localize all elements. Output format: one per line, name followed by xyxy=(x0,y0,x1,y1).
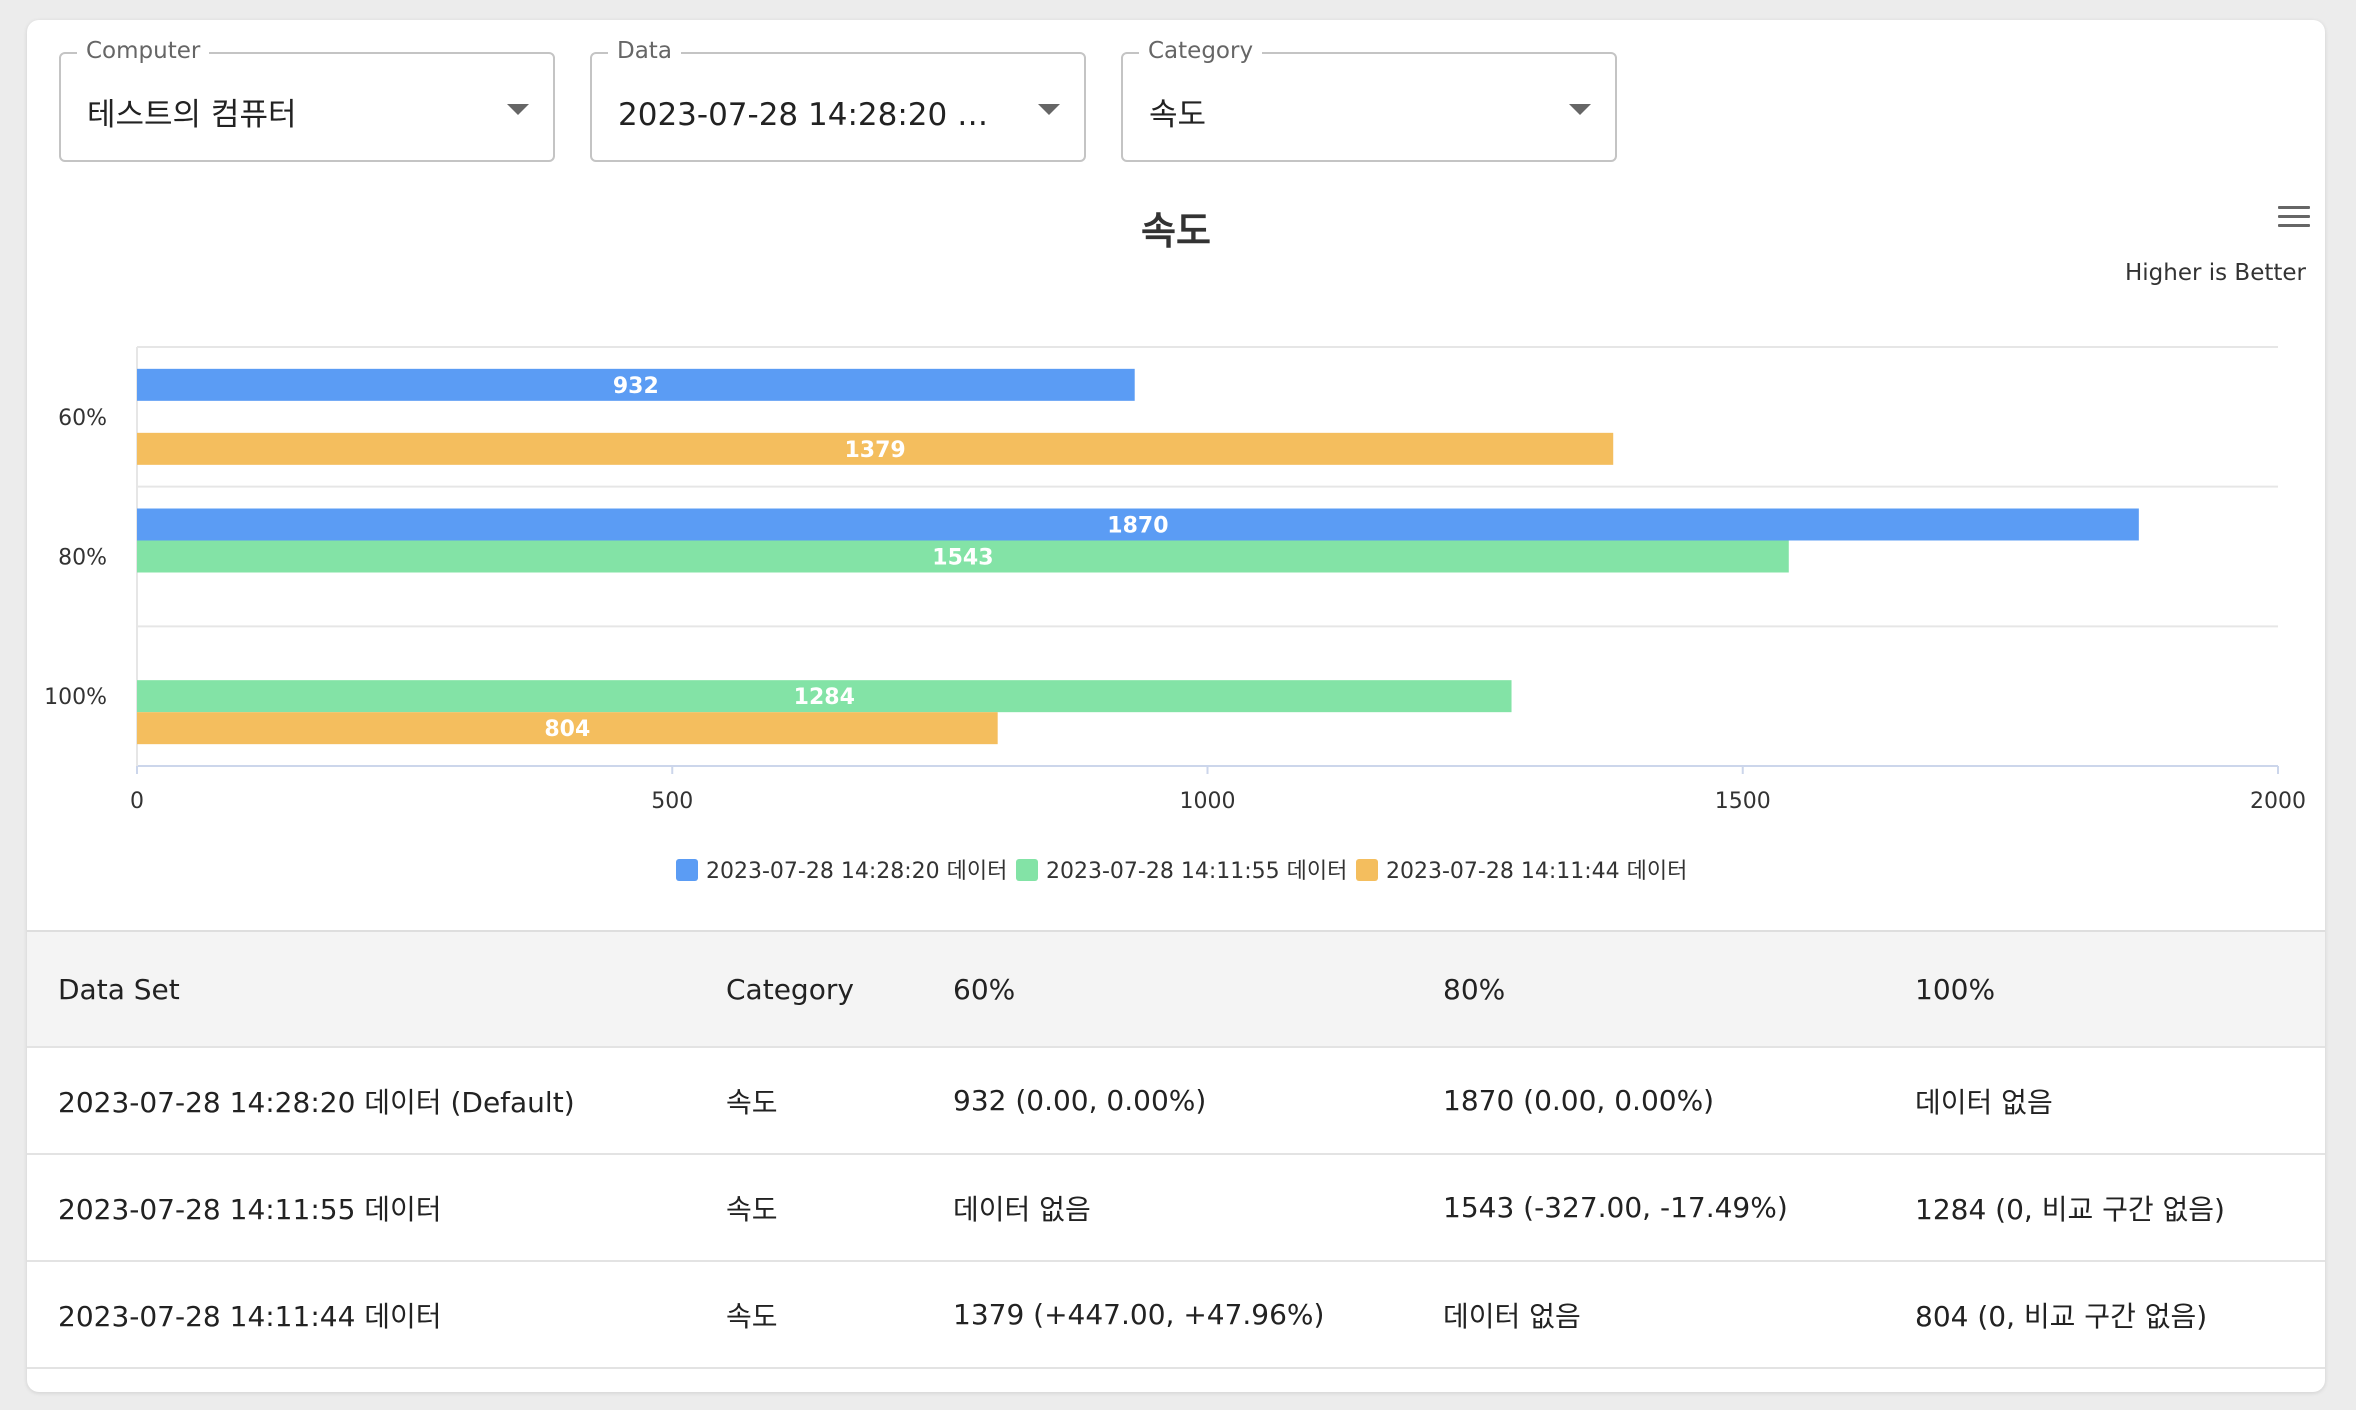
legend-label: 2023-07-28 14:28:20 데이터 xyxy=(706,859,1007,884)
legend-swatch xyxy=(1356,859,1378,881)
x-tick-label: 1500 xyxy=(1715,789,1771,814)
legend-swatch xyxy=(1016,859,1038,881)
bar-data-label: 804 xyxy=(544,717,590,742)
bar-data-label: 932 xyxy=(613,374,659,399)
bar-chart: 0 500 1000 1500 2000 60% 932 1379 80% 1870 1543 100… xyxy=(44,346,2306,884)
table-cell: 데이터 없음 xyxy=(953,1192,1091,1226)
table-cell: 속도 xyxy=(726,1085,778,1119)
x-tick-label: 0 xyxy=(130,789,144,814)
x-tick-label: 2000 xyxy=(2250,789,2306,814)
legend-label: 2023-07-28 14:11:44 데이터 xyxy=(1386,859,1687,884)
header-cell: 60% xyxy=(953,972,1016,1006)
table-cell: 932 (0.00, 0.00%) xyxy=(953,1084,1207,1117)
table-cell: 데이터 없음 xyxy=(1915,1085,2053,1119)
bar-data-label: 1870 xyxy=(1107,514,1168,539)
header-cell: Category xyxy=(726,972,854,1006)
y-category-label: 100% xyxy=(44,685,107,710)
header-cell: 100% xyxy=(1915,972,1996,1006)
x-tick-label: 1000 xyxy=(1180,789,1236,814)
header-cell: Data Set xyxy=(58,972,180,1006)
table-cell: 속도 xyxy=(726,1299,778,1333)
header-cell: 80% xyxy=(1443,972,1506,1006)
comparison-table: Data Set Category 60% 80% 100% 2023-07-2… xyxy=(27,930,2325,1369)
table-cell: 속도 xyxy=(726,1192,778,1226)
table-row: 2023-07-28 14:28:20 데이터 (Default) 속도 932… xyxy=(27,1048,2325,1155)
benchmark-card: Computer 테스트의 컴퓨터 Data 2023-07-28 14:28:… xyxy=(27,20,2325,1392)
table-cell: 804 (0, 비교 구간 없음) xyxy=(1915,1299,2208,1333)
bar-data-label: 1543 xyxy=(932,546,993,571)
table-cell: 1543 (-327.00, -17.49%) xyxy=(1443,1191,1788,1224)
table-row: 2023-07-28 14:11:55 데이터 속도 데이터 없음 1543 (… xyxy=(27,1155,2325,1262)
bar-data-label: 1284 xyxy=(794,685,855,710)
table-cell: 1870 (0.00, 0.00%) xyxy=(1443,1084,1715,1117)
legend-swatch xyxy=(676,859,698,881)
table-cell: 2023-07-28 14:11:44 데이터 xyxy=(58,1299,442,1333)
table-cell: 1379 (+447.00, +47.96%) xyxy=(953,1298,1325,1331)
table-header-row: Data Set Category 60% 80% 100% xyxy=(27,930,2325,1048)
x-tick-label: 500 xyxy=(651,789,693,814)
y-category-label: 80% xyxy=(58,546,107,571)
table-cell: 데이터 없음 xyxy=(1443,1299,1581,1333)
table-cell: 1284 (0, 비교 구간 없음) xyxy=(1915,1192,2225,1226)
table-cell: 2023-07-28 14:11:55 데이터 xyxy=(58,1192,442,1226)
y-category-label: 60% xyxy=(58,406,107,431)
legend-label: 2023-07-28 14:11:55 데이터 xyxy=(1046,859,1347,884)
bar-data-label: 1379 xyxy=(844,438,905,463)
table-row: 2023-07-28 14:11:44 데이터 속도 1379 (+447.00… xyxy=(27,1262,2325,1369)
table-cell: 2023-07-28 14:28:20 데이터 (Default) xyxy=(58,1085,575,1119)
